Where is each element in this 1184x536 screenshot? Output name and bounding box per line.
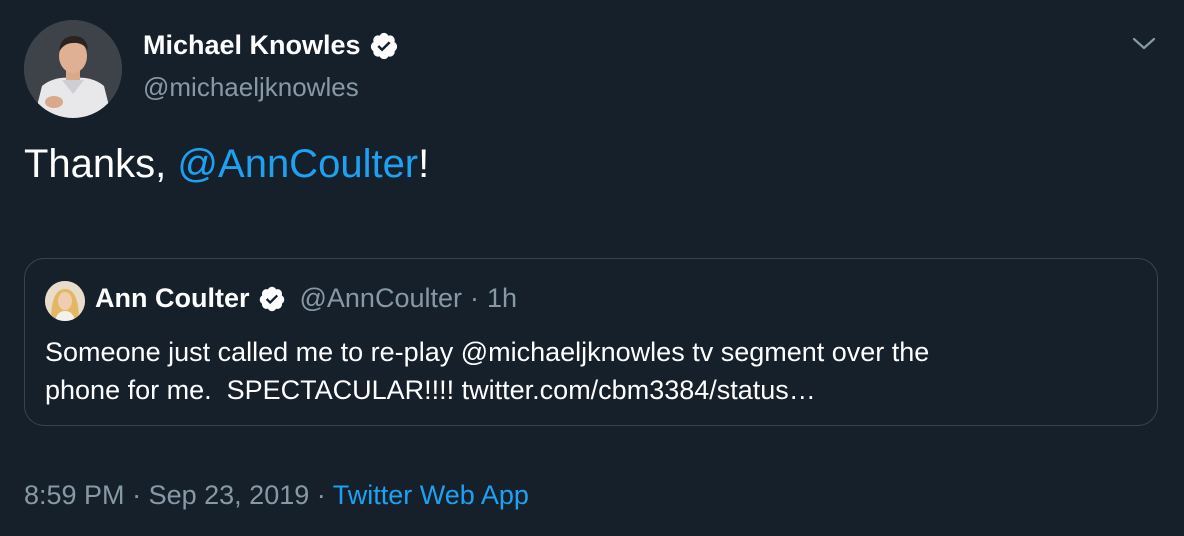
tweet-meta: 8:59 PM · Sep 23, 2019 · Twitter Web App <box>24 480 529 511</box>
quoted-author-handle[interactable]: @AnnCoulter <box>300 283 463 314</box>
quoted-tweet-time[interactable]: 1h <box>487 283 517 314</box>
tweet-source-link[interactable]: Twitter Web App <box>333 480 529 510</box>
tweet-text-suffix: ! <box>418 142 430 186</box>
quoted-header-separator: · <box>470 283 479 313</box>
quoted-author-avatar[interactable] <box>45 281 85 321</box>
tweet-date[interactable]: Sep 23, 2019 <box>149 480 310 510</box>
author-avatar[interactable] <box>24 20 122 118</box>
quoted-author-avatar-image <box>45 281 85 321</box>
tweet-text: Thanks, @AnnCoulter! <box>24 142 429 187</box>
tweet: Michael Knowles @michaeljknowles Thanks,… <box>0 0 1184 536</box>
meta-separator: · <box>132 480 142 510</box>
quoted-tweet-card[interactable]: Ann Coulter @AnnCoulter · 1h Someone jus… <box>24 258 1158 426</box>
chevron-down-icon[interactable] <box>1130 34 1158 54</box>
author-handle[interactable]: @michaeljknowles <box>143 72 359 103</box>
tweet-mention-link[interactable]: @AnnCoulter <box>177 142 418 186</box>
meta-separator: · <box>316 480 326 510</box>
author-avatar-image <box>24 20 122 118</box>
tweet-time[interactable]: 8:59 PM <box>24 480 125 510</box>
tweet-text-prefix: Thanks, <box>24 142 178 186</box>
quoted-tweet-header: Ann Coulter @AnnCoulter · 1h <box>95 283 517 314</box>
verified-badge-icon <box>259 286 284 311</box>
author-name[interactable]: Michael Knowles <box>143 30 361 61</box>
verified-badge-icon <box>370 32 397 59</box>
author-name-row[interactable]: Michael Knowles <box>143 30 399 61</box>
quoted-tweet-text: Someone just called me to re-play @micha… <box>45 337 930 405</box>
quoted-author-name[interactable]: Ann Coulter <box>95 283 250 314</box>
